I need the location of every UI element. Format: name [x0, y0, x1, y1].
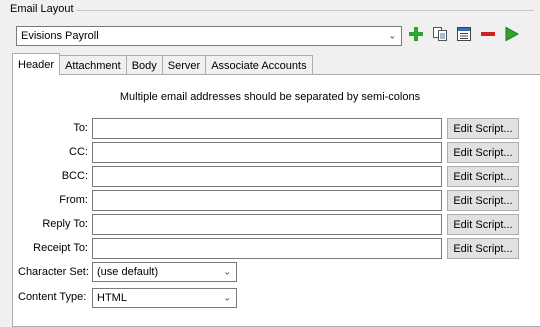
chevron-down-icon: ⌄	[388, 30, 396, 41]
chevron-down-icon: ⌄	[223, 266, 231, 277]
tab-header[interactable]: Header	[12, 53, 61, 75]
email-layout-select[interactable]: Evisions Payroll ⌄	[16, 26, 402, 46]
cc-edit-script-button[interactable]: Edit Script...	[447, 142, 519, 163]
to-edit-script-button[interactable]: Edit Script...	[447, 118, 519, 139]
copy-icon[interactable]	[431, 25, 449, 43]
character-set-select[interactable]: (use default) ⌄	[92, 262, 237, 282]
add-icon[interactable]	[407, 25, 425, 43]
reply-to-field[interactable]	[92, 214, 442, 235]
tab-server[interactable]: Server	[161, 55, 207, 75]
run-icon[interactable]	[502, 25, 520, 43]
character-set-value: (use default)	[97, 266, 159, 278]
character-set-label: Character Set:	[18, 266, 89, 278]
email-layout-group-title: Email Layout	[8, 3, 76, 15]
from-label: From:	[59, 194, 88, 206]
cc-label: CC:	[69, 146, 88, 158]
chevron-down-icon: ⌄	[223, 292, 231, 303]
bcc-edit-script-button[interactable]: Edit Script...	[447, 166, 519, 187]
separator-note: Multiple email addresses should be separ…	[119, 91, 421, 103]
content-type-select[interactable]: HTML ⌄	[92, 288, 237, 308]
bcc-label: BCC:	[61, 170, 88, 182]
tab-associate-accounts[interactable]: Associate Accounts	[205, 55, 313, 75]
reply-to-label: Reply To:	[42, 218, 88, 230]
from-field[interactable]	[92, 190, 442, 211]
receipt-to-label: Receipt To:	[33, 242, 88, 254]
tab-strip: Header Attachment Body Server Associate …	[12, 53, 313, 75]
from-edit-script-button[interactable]: Edit Script...	[447, 190, 519, 211]
to-field[interactable]	[92, 118, 442, 139]
receipt-to-field[interactable]	[92, 238, 442, 259]
group-divider	[76, 10, 534, 11]
email-layout-select-value: Evisions Payroll	[21, 30, 99, 42]
receipt-to-edit-script-button[interactable]: Edit Script...	[447, 238, 519, 259]
tab-body[interactable]: Body	[125, 55, 163, 75]
cc-field[interactable]	[92, 142, 442, 163]
bcc-field[interactable]	[92, 166, 442, 187]
list-icon[interactable]	[455, 25, 473, 43]
content-type-value: HTML	[97, 292, 127, 304]
reply-to-edit-script-button[interactable]: Edit Script...	[447, 214, 519, 235]
content-type-label: Content Type:	[18, 291, 87, 303]
remove-icon[interactable]	[479, 25, 497, 43]
tab-attachment[interactable]: Attachment	[59, 55, 127, 75]
to-label: To:	[73, 122, 88, 134]
